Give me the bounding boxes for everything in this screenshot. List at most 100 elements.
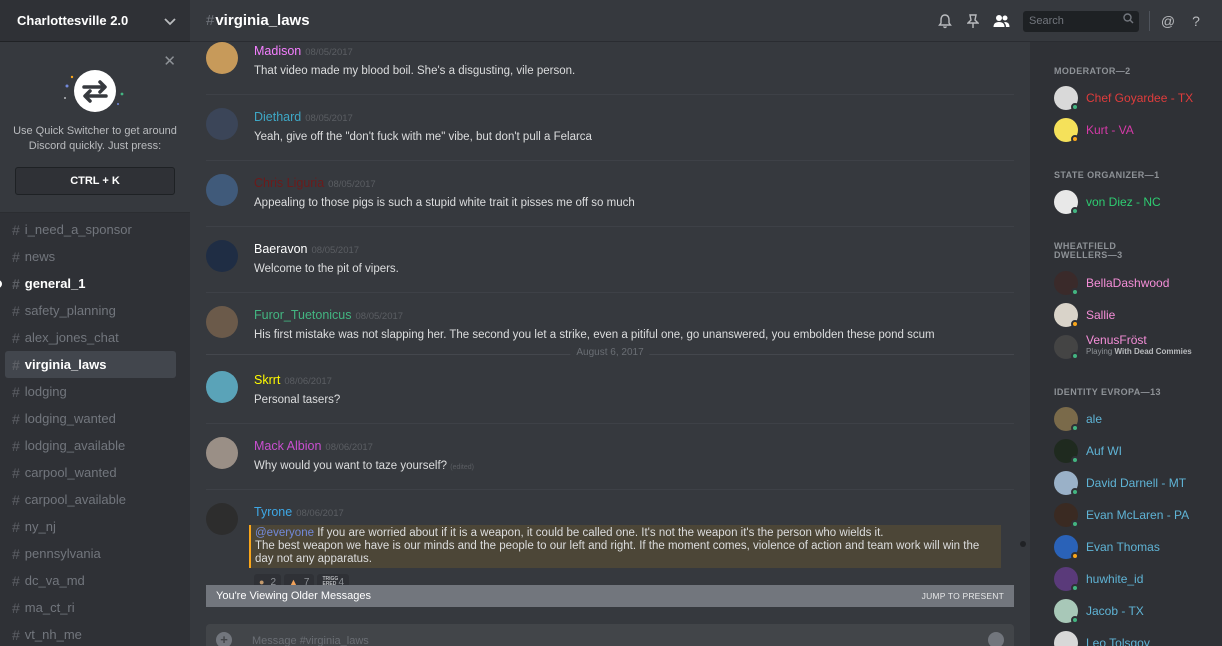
channel-item[interactable]: # news	[5, 243, 176, 270]
channel-item[interactable]: # carpool_available	[5, 486, 176, 513]
hash-icon: #	[206, 12, 215, 29]
channel-name: news	[24, 249, 56, 264]
message-author[interactable]: Baeravon	[254, 242, 308, 256]
server-header[interactable]: Charlottesville 2.0	[0, 0, 190, 42]
member-item[interactable]: David Darnell - MT	[1054, 471, 1222, 497]
channel-name: pennsylvania	[24, 546, 101, 561]
scrollbar-thumb[interactable]	[1020, 541, 1026, 547]
member-item[interactable]: Sallie	[1054, 303, 1222, 329]
emoji-picker-icon[interactable]	[988, 632, 1004, 646]
avatar[interactable]	[206, 437, 238, 469]
message-timestamp: 08/05/2017	[305, 113, 353, 124]
member-item[interactable]: Jacob - TX	[1054, 599, 1222, 625]
message-author[interactable]: Skrrt	[254, 373, 280, 387]
message-text: Personal tasers?	[254, 394, 1014, 408]
quick-switcher-shortcut[interactable]: CTRL + K	[15, 167, 175, 195]
message-header: Madison 08/05/2017	[254, 42, 1014, 60]
message-author[interactable]: Furor_Tuetonicus	[254, 308, 352, 322]
channel-title-text: virginia_laws	[215, 12, 310, 29]
channel-item[interactable]: # vt_nh_me	[5, 621, 176, 646]
hash-icon: #	[12, 626, 20, 643]
header-separator	[1149, 11, 1150, 31]
member-item[interactable]: Auf WI	[1054, 439, 1222, 465]
jump-to-present-button[interactable]: JUMP TO PRESENT	[922, 591, 1004, 601]
member-item[interactable]: huwhite_id	[1054, 567, 1222, 593]
member-item[interactable]: VenusFröst Playing With Dead Commies	[1054, 333, 1222, 361]
search-input[interactable]: Search	[1023, 10, 1139, 32]
message-list: Madison 08/05/2017 That video made my bloo…	[190, 42, 1030, 646]
channel-item[interactable]: # alex_jones_chat	[5, 324, 176, 351]
member-item[interactable]: ale	[1054, 407, 1222, 433]
channel-item[interactable]: # virginia_laws	[5, 351, 176, 378]
member-item[interactable]: BellaDashwood	[1054, 271, 1222, 297]
member-item[interactable]: Leo Tolsgoy	[1054, 631, 1222, 646]
upload-plus-icon[interactable]: +	[216, 632, 232, 646]
avatar[interactable]	[206, 503, 238, 535]
channel-item[interactable]: # ny_nj	[5, 513, 176, 540]
channel-item[interactable]: # lodging	[5, 378, 176, 405]
message-text: Welcome to the pit of vipers.	[254, 263, 1014, 277]
channel-item[interactable]: # safety_planning	[5, 297, 176, 324]
avatar[interactable]	[206, 174, 238, 206]
message-author[interactable]: Chris Liguria	[254, 176, 324, 190]
channel-item[interactable]: # i_need_a_sponsor	[5, 216, 176, 243]
everyone-mention[interactable]: @everyone	[255, 527, 314, 539]
member-group-title: WHEATFIELD DWELLERS—3	[1054, 241, 1123, 260]
hash-icon: #	[12, 275, 20, 292]
member-name: Chef Goyardee - TX	[1086, 91, 1194, 105]
message-author[interactable]: Madison	[254, 44, 301, 58]
members-icon[interactable]	[987, 9, 1015, 33]
status-indicator	[1071, 103, 1079, 111]
avatar[interactable]	[1054, 631, 1078, 646]
message-header: Baeravon 08/05/2017	[254, 240, 1014, 258]
message-timestamp: 08/06/2017	[284, 376, 332, 387]
help-icon[interactable]: ?	[1182, 9, 1210, 33]
message-header: Tyrone 08/06/2017	[254, 503, 1014, 521]
date-divider-label: August 6, 2017	[570, 347, 650, 358]
bell-icon[interactable]	[931, 9, 959, 33]
member-item[interactable]: von Diez - NC	[1054, 190, 1222, 216]
channel-item[interactable]: # dc_va_md	[5, 567, 176, 594]
message-composer[interactable]: + Message #virginia_laws	[206, 624, 1014, 646]
member-name: Auf WI	[1086, 444, 1123, 458]
channel-item[interactable]: # lodging_available	[5, 432, 176, 459]
member-item[interactable]: Chef Goyardee - TX	[1054, 86, 1222, 112]
hash-icon: #	[12, 302, 20, 319]
chat-header: #virginia_laws Search @ ?	[190, 0, 1222, 42]
close-icon[interactable]: ✕	[163, 52, 176, 70]
member-activity: Playing With Dead Commies	[1086, 347, 1192, 356]
channel-item[interactable]: # general_1	[0, 270, 176, 297]
status-indicator	[1071, 488, 1079, 496]
scrollbar[interactable]	[1020, 45, 1026, 640]
message-input[interactable]: Message #virginia_laws	[252, 635, 369, 646]
channel-item[interactable]: # ma_ct_ri	[5, 594, 176, 621]
member-item[interactable]: Evan McLaren - PA	[1054, 503, 1222, 529]
search-icon[interactable]	[1123, 11, 1134, 32]
member-item[interactable]: Kurt - VA	[1054, 118, 1222, 144]
message-text: Yeah, give off the "don't fuck with me" …	[254, 131, 1014, 145]
channel-item[interactable]: # lodging_wanted	[5, 405, 176, 432]
channel-name: lodging_available	[24, 438, 126, 453]
message-body: Madison 08/05/2017 That video made my bloo…	[254, 42, 1014, 79]
status-indicator	[1071, 616, 1079, 624]
channel-item[interactable]: # carpool_wanted	[5, 459, 176, 486]
avatar[interactable]	[206, 306, 238, 338]
member-item[interactable]: Evan Thomas	[1054, 535, 1222, 561]
message-separator	[206, 489, 1014, 490]
channel-name: ma_ct_ri	[24, 600, 75, 615]
message-author[interactable]: Diethard	[254, 110, 301, 124]
chevron-down-icon[interactable]	[164, 13, 176, 29]
channel-item[interactable]: # pennsylvania	[5, 540, 176, 567]
message-timestamp: 08/05/2017	[328, 179, 376, 190]
avatar[interactable]	[206, 371, 238, 403]
message-author[interactable]: Tyrone	[254, 505, 292, 519]
avatar[interactable]	[206, 108, 238, 140]
avatar[interactable]	[206, 240, 238, 272]
message-timestamp: 08/05/2017	[305, 47, 353, 58]
member-name: huwhite_id	[1086, 572, 1144, 586]
message-header: Chris Liguria 08/05/2017	[254, 174, 1014, 192]
mention-icon[interactable]: @	[1154, 9, 1182, 33]
message-author[interactable]: Mack Albion	[254, 439, 321, 453]
avatar[interactable]	[206, 42, 238, 74]
pin-icon[interactable]	[959, 9, 987, 33]
